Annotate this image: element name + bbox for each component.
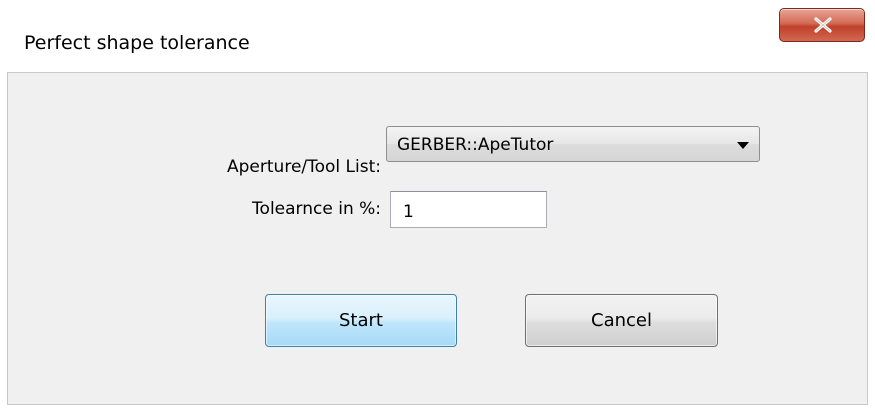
cancel-button[interactable]: Cancel (525, 294, 718, 347)
dialog-window: Perfect shape tolerance Aperture/Tool Li… (0, 0, 875, 410)
close-button[interactable] (779, 8, 865, 42)
aperture-tool-list-dropdown[interactable]: GERBER::ApeTutor (386, 126, 760, 162)
aperture-tool-list-value: GERBER::ApeTutor (397, 135, 554, 155)
tolerance-input[interactable]: 1 (390, 191, 547, 228)
start-button[interactable]: Start (265, 294, 457, 347)
close-icon (814, 17, 832, 33)
tolerance-input-value: 1 (403, 202, 414, 222)
dropdown-arrow-icon[interactable] (737, 142, 749, 149)
title-bar[interactable]: Perfect shape tolerance (0, 0, 875, 72)
aperture-tool-list-label: Aperture/Tool List: (227, 157, 381, 177)
tolerance-label: Tolearnce in %: (252, 199, 381, 219)
window-title: Perfect shape tolerance (24, 32, 250, 54)
dialog-content-panel: Aperture/Tool List: GERBER::ApeTutor Tol… (7, 72, 868, 405)
